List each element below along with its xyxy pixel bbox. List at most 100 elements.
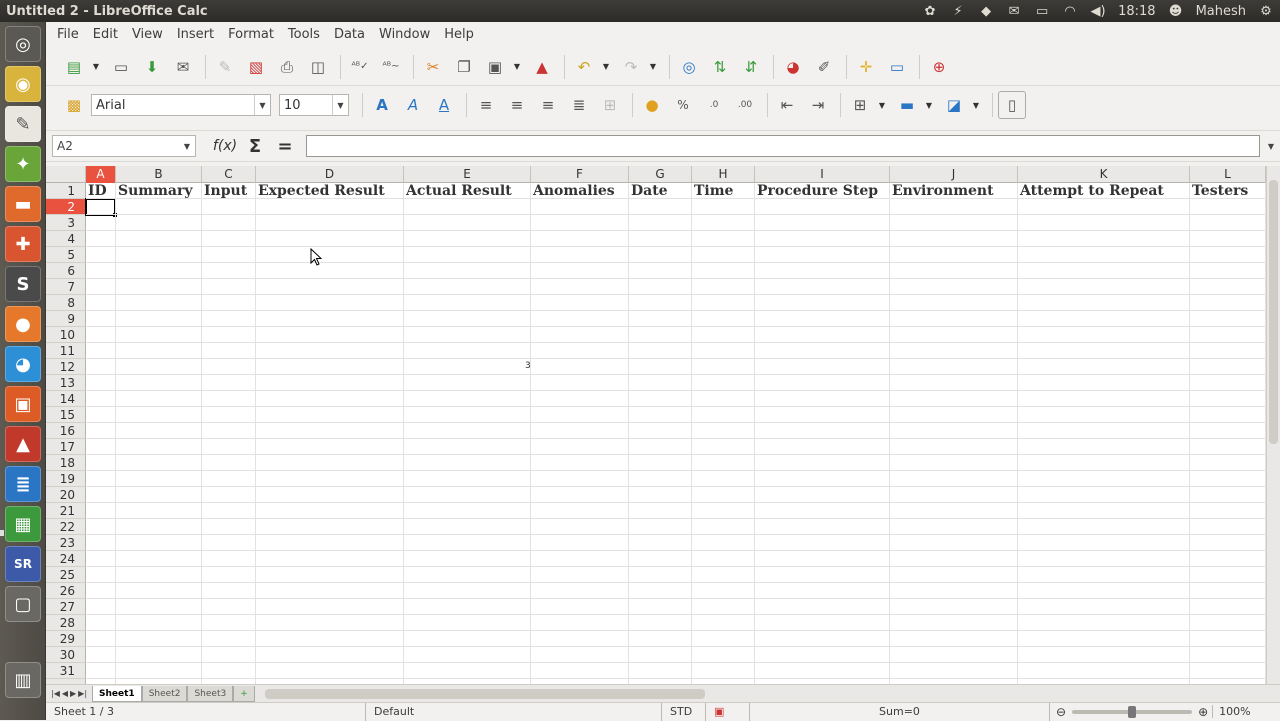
column-header-i[interactable]: I [755,166,890,183]
wifi-icon[interactable]: ◠ [1056,0,1084,22]
row-header-21[interactable]: 21 [46,503,86,519]
selection-mode[interactable]: STD [662,702,706,721]
menu-file[interactable]: File [50,22,86,48]
column-header-e[interactable]: E [404,166,531,183]
row-header-24[interactable]: 24 [46,551,86,567]
row-header-23[interactable]: 23 [46,535,86,551]
help-icon[interactable]: ⊕ [925,53,953,81]
row-header-13[interactable]: 13 [46,375,86,391]
battery-icon[interactable]: ▭ [1028,0,1056,22]
copy-icon[interactable]: ❐ [450,53,478,81]
power-icon[interactable]: ⚡ [944,0,972,22]
writer-icon[interactable]: ≣ [5,466,41,502]
paste-icon[interactable]: ▣ [481,53,509,81]
calc-icon[interactable]: ▦ [5,506,41,542]
upload-icon[interactable]: ▲ [5,426,41,462]
redo-icon[interactable]: ↷ [617,53,645,81]
menu-insert[interactable]: Insert [170,22,221,48]
zoom-in-icon[interactable]: ⊕ [1198,705,1208,719]
column-header-b[interactable]: B [116,166,202,183]
save-icon[interactable]: ⬇ [138,53,166,81]
horizontal-scrollbar[interactable] [264,688,705,699]
new-icon[interactable]: ▤ [60,53,88,81]
zoom-slider-knob[interactable] [1128,705,1137,718]
add-decimal-icon[interactable]: .0 [700,91,728,119]
align-left-icon[interactable]: ≡ [472,91,500,119]
sheet-tab-1[interactable]: Sheet1 [92,685,142,702]
name-box-dropdown-icon[interactable]: ▼ [179,136,195,156]
row-header-12[interactable]: 12 [46,359,86,375]
currency-icon[interactable]: ● [638,91,666,119]
row-header-11[interactable]: 11 [46,343,86,359]
formula-input[interactable] [306,135,1260,157]
redo-dropdown-icon[interactable]: ▼ [648,62,658,71]
row-header-3[interactable]: 3 [46,215,86,231]
border-style-dropdown-icon[interactable]: ▼ [924,101,934,110]
justify-icon[interactable]: ≣ [565,91,593,119]
row-header-20[interactable]: 20 [46,487,86,503]
column-header-j[interactable]: J [890,166,1018,183]
sort-descending-icon[interactable]: ⇵ [737,53,765,81]
row-header-8[interactable]: 8 [46,295,86,311]
decrease-indent-icon[interactable]: ⇤ [773,91,801,119]
edit-file-icon[interactable]: ✎ [211,53,239,81]
row-header-26[interactable]: 26 [46,583,86,599]
row-header-4[interactable]: 4 [46,231,86,247]
row-header-2[interactable]: 2 [46,199,86,215]
row-header-25[interactable]: 25 [46,567,86,583]
zoom-slider[interactable] [1072,705,1193,718]
delete-decimal-icon[interactable]: .00 [731,91,759,119]
sum-icon[interactable]: Σ [240,134,270,158]
header-cell-l[interactable]: Testers [1190,183,1266,199]
user-name[interactable]: Mahesh [1190,4,1252,19]
new-dropdown-icon[interactable]: ▼ [91,62,101,71]
borders-icon[interactable]: ⊞ [846,91,874,119]
next-sheet-icon[interactable]: ▶ [69,689,77,698]
function-icon[interactable]: = [270,134,300,158]
borders-dropdown-icon[interactable]: ▼ [877,101,887,110]
menu-format[interactable]: Format [221,22,281,48]
undo-icon[interactable]: ↶ [570,53,598,81]
spreadsheet-grid[interactable]: ABCDEFGHIJKL 1 2 3 4 5 6 7 8 9 10 11 12 13 14 15 16 17 18… [46,166,1266,684]
thunderbird-icon[interactable]: ◕ [5,346,41,382]
bold-icon[interactable]: A [368,91,396,119]
first-sheet-icon[interactable]: |◀ [50,689,61,698]
row-header-7[interactable]: 7 [46,279,86,295]
volume-icon[interactable]: ◀) [1084,0,1112,22]
gallery-icon[interactable]: ▭ [883,53,911,81]
row-header-30[interactable]: 30 [46,647,86,663]
clock[interactable]: 18:18 [1112,4,1161,19]
row-header-31[interactable]: 31 [46,663,86,679]
undo-dropdown-icon[interactable]: ▼ [601,62,611,71]
menu-edit[interactable]: Edit [86,22,125,48]
tools-icon[interactable]: ✚ [5,226,41,262]
font-size-box[interactable]: 10 ▼ [279,94,349,116]
export-pdf-icon[interactable]: ▧ [242,53,270,81]
draw-functions-icon[interactable]: ✐ [810,53,838,81]
sum-display[interactable]: Sum=0 [750,702,1050,721]
sheet-indicator[interactable]: Sheet 1 / 3 [46,702,366,721]
hyperlink-icon[interactable]: ◎ [675,53,703,81]
clone-format-icon[interactable]: ▲ [528,53,556,81]
row-header-19[interactable]: 19 [46,471,86,487]
sidebar-toggle-icon[interactable]: ▯ [998,91,1026,119]
vertical-scroll-thumb[interactable] [1269,180,1278,444]
row-header-28[interactable]: 28 [46,615,86,631]
add-sheet-icon[interactable]: + [233,685,255,702]
workspace-switcher-icon[interactable]: ▢ [5,586,41,622]
text-editor-icon[interactable]: ✎ [5,106,41,142]
expand-formula-icon[interactable]: ▼ [1264,135,1278,157]
column-header-c[interactable]: C [202,166,256,183]
row-header-17[interactable]: 17 [46,439,86,455]
sublime-icon[interactable]: S [5,266,41,302]
page-style[interactable]: Default [366,702,662,721]
align-center-icon[interactable]: ≡ [503,91,531,119]
styles-icon[interactable]: ▩ [60,91,88,119]
cut-icon[interactable]: ✂ [419,53,447,81]
select-all-corner[interactable] [46,166,86,183]
sheet-tab-3[interactable]: Sheet3 [187,685,234,702]
column-header-l[interactable]: L [1190,166,1266,183]
percent-icon[interactable]: % [669,91,697,119]
row-header-29[interactable]: 29 [46,631,86,647]
column-header-d[interactable]: D [256,166,404,183]
